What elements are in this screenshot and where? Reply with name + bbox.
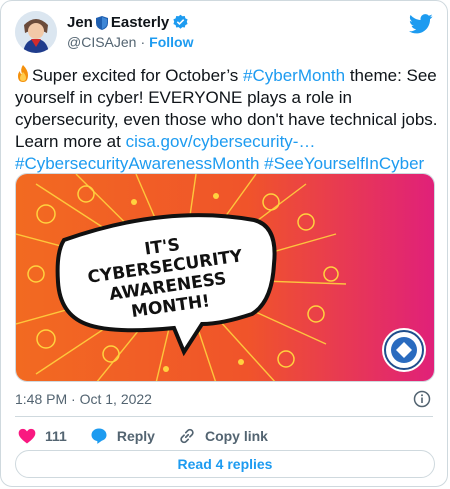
tweet-text-part-1: Super excited for October’s (32, 66, 244, 85)
fire-emoji-icon (18, 65, 28, 82)
display-name-first: Jen (67, 14, 93, 31)
reply-label: Reply (116, 428, 155, 444)
follow-button[interactable]: Follow (149, 34, 193, 50)
link-icon (180, 428, 194, 444)
tweet-timestamp[interactable]: 1:48 PM · Oct 1, 2022 (15, 391, 152, 407)
cisa-link[interactable]: cisa.gov/cybersecurity-… (126, 132, 316, 151)
divider (15, 416, 433, 417)
copy-link-label: Copy link (204, 428, 268, 444)
hashtag-cybermonth[interactable]: #CyberMonth (243, 66, 345, 85)
display-name[interactable]: Jen Easterly (67, 14, 189, 31)
hashtag-cybersecurity-awareness-month[interactable]: #CybersecurityAwarenessMonth (15, 154, 259, 173)
separator: · (140, 34, 146, 50)
shield-icon (95, 15, 108, 30)
twitter-bird-icon[interactable] (409, 13, 433, 35)
info-icon[interactable] (413, 390, 431, 408)
cisa-seal-icon (382, 328, 426, 372)
tweet-text: Super excited for October’s #CyberMonth … (15, 65, 439, 175)
reply-button[interactable]: Reply (89, 426, 155, 446)
avatar[interactable] (15, 11, 57, 53)
display-name-last: Easterly (110, 14, 170, 31)
action-bar: 111 Reply Copy link (17, 424, 290, 448)
hashtag-see-yourself-in-cyber[interactable]: #SeeYourselfInCyber (264, 154, 424, 173)
media-image[interactable]: IT'S CYBERSECURITY AWARENESS MONTH! (15, 173, 435, 382)
tweet-header: Jen Easterly @CISAJen · Follow (15, 11, 433, 55)
copy-link-button[interactable]: Copy link (177, 426, 268, 446)
like-count: 111 (45, 428, 67, 444)
read-replies-button[interactable]: Read 4 replies (15, 450, 435, 478)
handle[interactable]: @CISAJen (67, 34, 136, 50)
reply-bubble-icon (91, 428, 107, 444)
cybersecurity-month-graphic: IT'S CYBERSECURITY AWARENESS MONTH! (16, 174, 434, 381)
verified-badge-icon (173, 14, 188, 29)
handle-row: @CISAJen · Follow (67, 34, 193, 50)
heart-icon (18, 428, 36, 444)
like-button[interactable]: 111 (17, 426, 67, 446)
tweet-card: Jen Easterly @CISAJen · Follow Super exc… (0, 0, 448, 487)
